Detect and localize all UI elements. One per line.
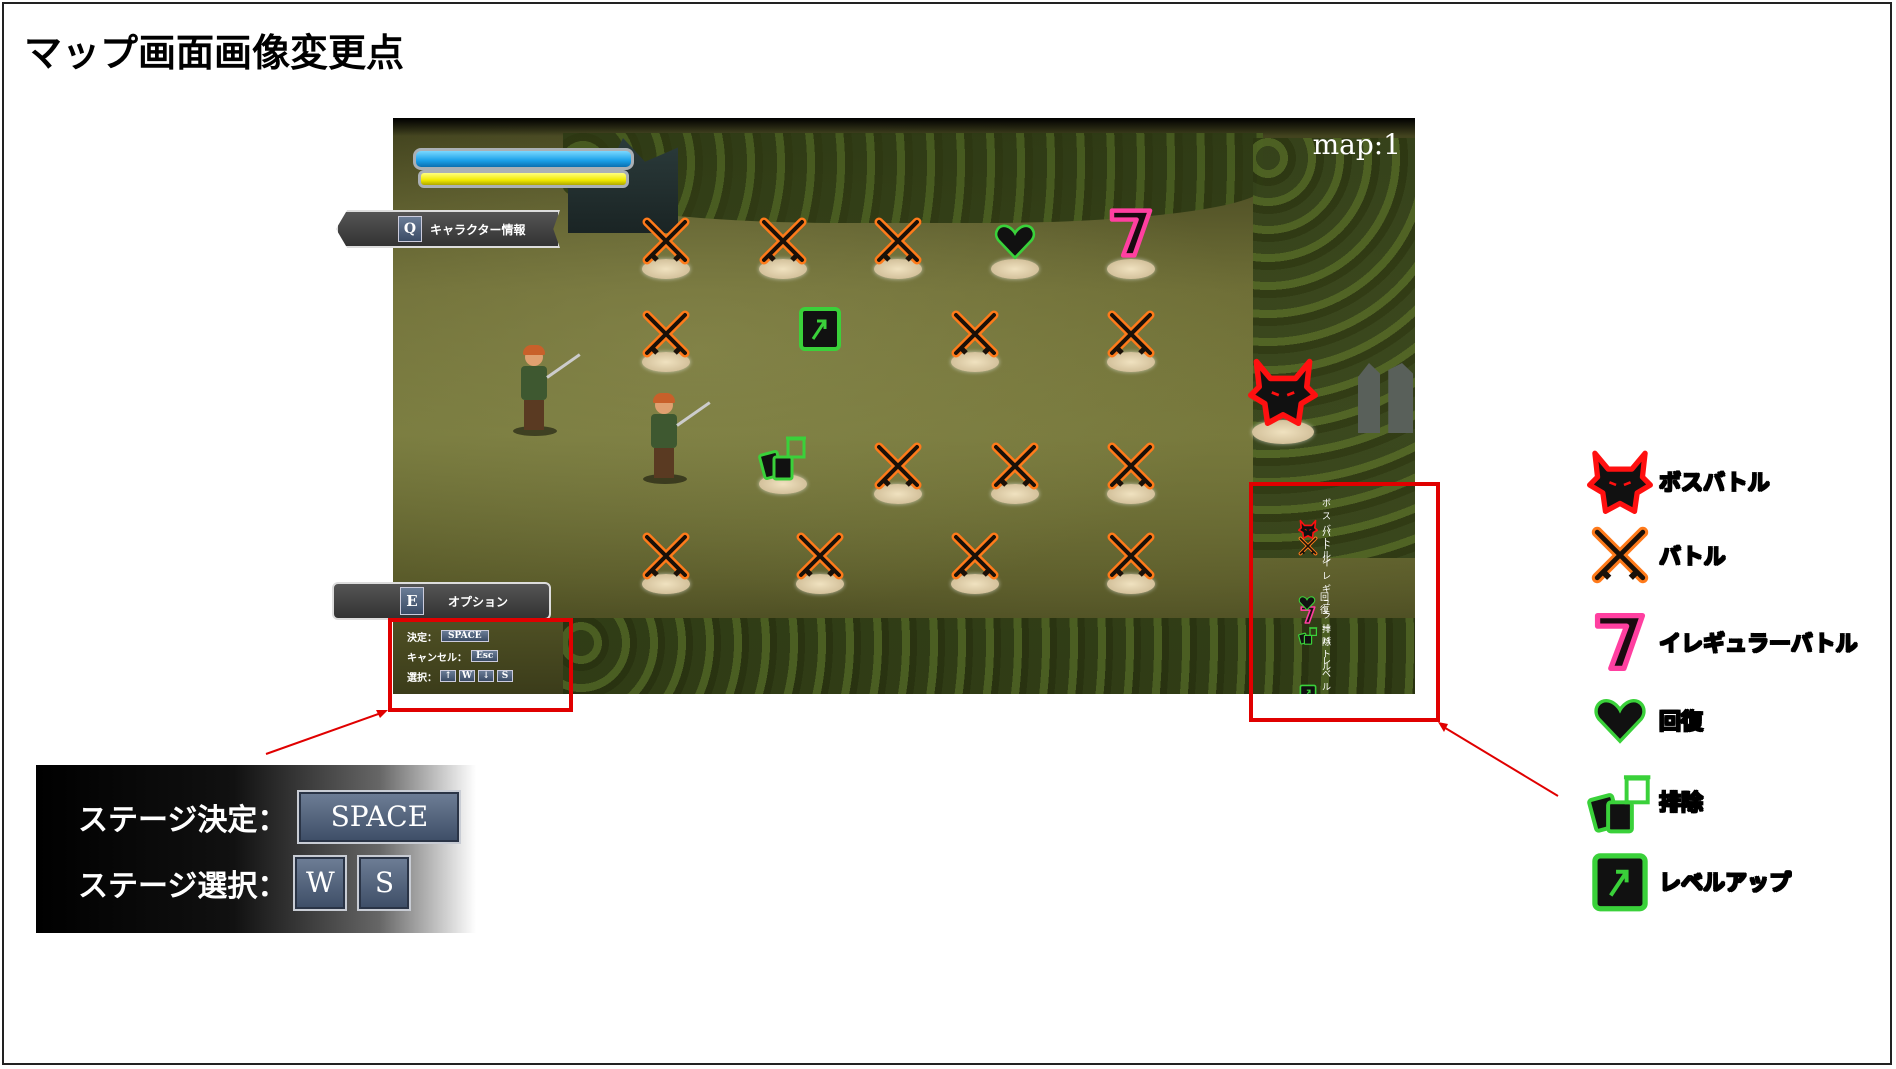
big-legend-label: ボスバトル — [1658, 469, 1770, 496]
big-legend-label: イレギュラーバトル — [1658, 630, 1858, 657]
big-legend-row: ボスバトル — [1587, 446, 1770, 516]
big-legend-label: バトル — [1658, 543, 1726, 570]
big-legend-row: バトル — [1587, 520, 1726, 590]
zoom-select-row: ステージ選択： W S — [78, 855, 412, 911]
big-legend-label: 排除 — [1658, 789, 1704, 816]
trash-cards-icon — [1587, 775, 1653, 834]
demon-icon — [1587, 448, 1653, 514]
zoom-key-space: SPACE — [297, 790, 462, 844]
crossed-swords-icon — [1590, 525, 1650, 585]
big-legend-row: 排除 — [1587, 766, 1704, 836]
big-legend-label: 回復 — [1658, 708, 1704, 735]
zoom-confirm-label: ステージ決定： — [78, 803, 288, 838]
zoom-controls-panel: ステージ決定： SPACE ステージ選択： W S — [36, 765, 476, 933]
zoom-select-label: ステージ選択： — [78, 869, 288, 904]
zoom-key-s: S — [357, 855, 412, 911]
big-legend-label: レベルアップ — [1658, 869, 1792, 896]
big-legend-row: 回復 — [1587, 685, 1704, 755]
zoom-confirm-row: ステージ決定： SPACE — [78, 790, 462, 844]
levelup-card-icon — [1587, 848, 1653, 914]
big-legend-row: レベルアップ — [1587, 846, 1792, 916]
zoom-key-w: W — [293, 855, 348, 911]
heart-icon — [1594, 698, 1646, 743]
seven-icon — [1587, 592, 1653, 692]
big-legend-row: イレギュラーバトル — [1587, 592, 1858, 692]
